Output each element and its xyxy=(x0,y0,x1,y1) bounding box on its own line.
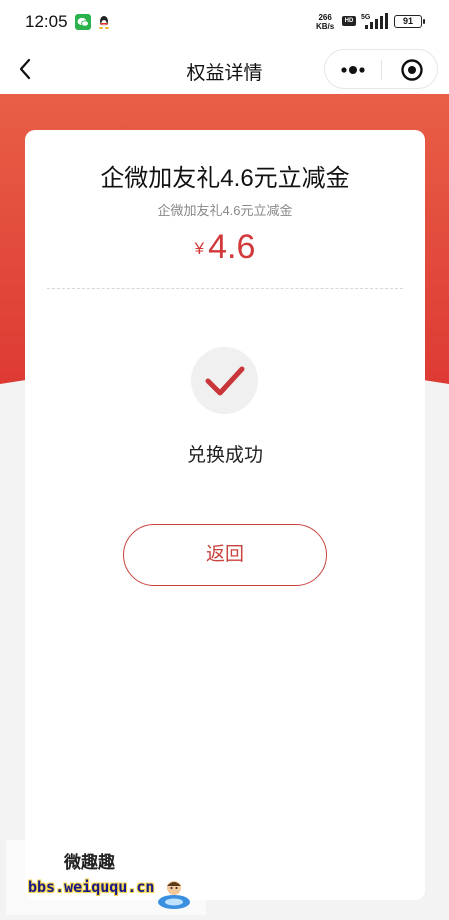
wechat-notification-icon xyxy=(75,14,91,30)
benefit-subtitle: 企微加友礼4.6元立减金 xyxy=(157,203,293,218)
status-bar: 12:05 266 KB/s HD 5G 91 xyxy=(0,0,449,44)
more-dots-icon[interactable] xyxy=(325,50,381,90)
signal-icon: 5G xyxy=(361,13,389,29)
network-speed: 266 KB/s xyxy=(316,13,334,31)
success-check-icon xyxy=(191,347,258,414)
network-speed-unit: KB/s xyxy=(316,22,335,31)
network-speed-value: 266 xyxy=(318,13,332,22)
redeem-status: 兑换成功 xyxy=(186,445,263,466)
nav-bar: 权益详情 xyxy=(0,44,449,94)
qq-notification-icon xyxy=(96,14,112,30)
dashed-divider xyxy=(47,288,403,289)
benefit-card: 企微加友礼4.6元立减金 企微加友礼4.6元立减金 ¥4.6 兑换成功 返回 xyxy=(25,130,425,900)
network-type-label: 5G xyxy=(361,14,371,21)
status-time: 12:05 xyxy=(25,12,68,31)
watermark-url: bbs.weiququ.cn xyxy=(28,878,155,896)
target-close-icon[interactable] xyxy=(382,50,438,90)
amount-value: 4.6 xyxy=(208,228,256,266)
battery-icon: 91 xyxy=(394,15,425,28)
watermark-name: 微趣趣 xyxy=(64,853,115,872)
hd-voice-icon: HD xyxy=(342,16,356,26)
benefit-amount: ¥4.6 xyxy=(25,228,425,267)
mascot-icon xyxy=(156,876,192,910)
return-button[interactable]: 返回 xyxy=(123,524,327,586)
currency-symbol: ¥ xyxy=(194,239,205,258)
miniprogram-capsule xyxy=(324,49,438,89)
benefit-title: 企微加友礼4.6元立减金 xyxy=(100,165,350,192)
watermark: 微趣趣 bbs.weiququ.cn xyxy=(6,840,206,915)
